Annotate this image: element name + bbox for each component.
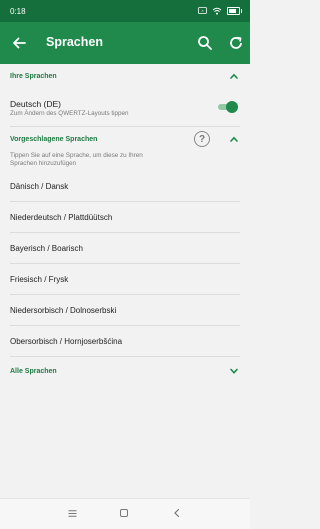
language-row-deutsch[interactable]: Deutsch (DE) Zum Ändern des QWERTZ-Layou…	[0, 88, 250, 126]
toggle-knob	[226, 101, 238, 113]
system-navigation-bar	[0, 498, 250, 529]
suggested-language-item[interactable]: Friesisch / Frysk	[0, 264, 250, 294]
status-time: 0:18	[10, 6, 26, 16]
suggested-languages-header[interactable]: Vorgeschlagene Sprachen ?	[0, 127, 250, 151]
section-title: Vorgeschlagene Sprachen	[10, 135, 98, 143]
suggested-language-item[interactable]: Bayerisch / Boarisch	[0, 233, 250, 263]
nav-back-icon[interactable]	[172, 508, 182, 518]
section-title: Alle Sprachen	[10, 367, 57, 375]
svg-text:×: ×	[201, 8, 204, 13]
alarm-icon: ×	[198, 6, 207, 16]
battery-icon	[227, 7, 242, 15]
menu-icon[interactable]	[68, 510, 77, 517]
app-bar: Sprachen	[0, 22, 250, 64]
languages-list: Ihre Sprachen Deutsch (DE) Zum Ändern de…	[0, 64, 250, 385]
refresh-icon[interactable]	[227, 34, 245, 52]
arrow-back-icon[interactable]	[10, 34, 28, 52]
your-languages-header[interactable]: Ihre Sprachen	[0, 64, 250, 88]
home-icon[interactable]	[120, 509, 128, 517]
chevron-up-icon[interactable]	[228, 133, 240, 145]
chevron-up-icon[interactable]	[228, 70, 240, 82]
wifi-icon	[212, 7, 222, 15]
suggested-language-item[interactable]: Niederdeutsch / Plattdüütsch	[0, 202, 250, 232]
language-name: Deutsch (DE)	[10, 99, 62, 109]
suggested-language-item[interactable]: Niedersorbisch / Dolnoserbski	[0, 295, 250, 325]
search-icon[interactable]	[196, 34, 214, 52]
status-icons: ×	[198, 6, 242, 16]
status-bar: 0:18 ×	[0, 0, 250, 22]
help-icon[interactable]: ?	[194, 131, 210, 147]
suggested-language-item[interactable]: Obersorbisch / Hornjoserbšćina	[0, 326, 250, 356]
section-title: Ihre Sprachen	[10, 72, 57, 80]
suggested-hint: Tippen Sie auf eine Sprache, um diese zu…	[10, 152, 143, 167]
all-languages-header[interactable]: Alle Sprachen	[0, 357, 250, 385]
language-toggle[interactable]	[216, 101, 238, 113]
chevron-down-icon[interactable]	[228, 365, 240, 377]
language-subtitle: Zum Ändern des QWERTZ-Layouts tippen	[10, 110, 129, 117]
page-title: Sprachen	[46, 35, 103, 49]
suggested-language-item[interactable]: Dänisch / Dansk	[0, 171, 250, 201]
